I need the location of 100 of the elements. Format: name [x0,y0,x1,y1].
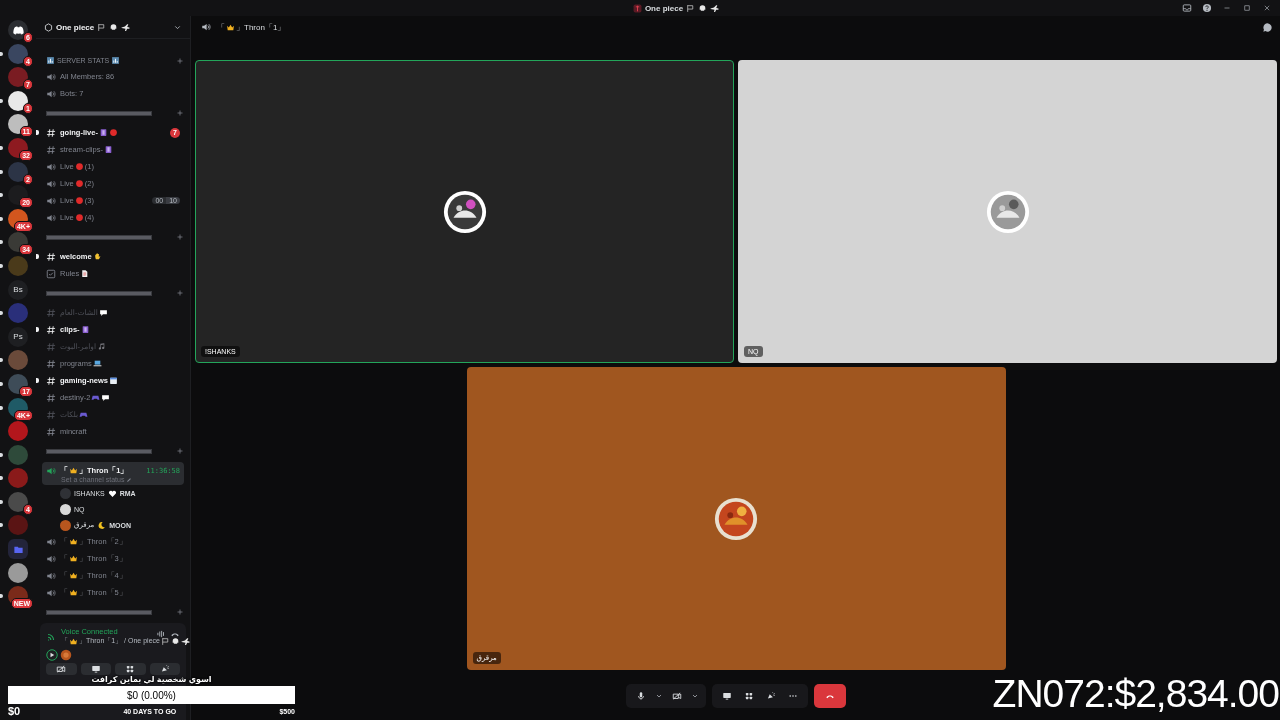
plus-icon[interactable] [176,608,184,616]
unread-pip [0,51,3,56]
server-avatar[interactable] [8,232,28,253]
plus-icon[interactable] [176,289,184,297]
channel-title: 」Thron「1」 [236,21,286,33]
noise-suppression-icon[interactable] [156,629,166,639]
monitor-icon [90,664,101,674]
plus-icon[interactable] [176,109,184,117]
disconnect-button[interactable] [814,684,846,708]
document-icon [80,269,90,278]
server-folder[interactable] [8,539,28,560]
speaker-icon [46,88,56,99]
screen-share-button[interactable] [80,663,111,675]
unread-pip [0,594,3,599]
close-icon[interactable] [1262,3,1272,13]
help-icon[interactable] [1202,3,1212,13]
unread-pip [0,263,3,268]
crown-icon [69,466,78,475]
unread-pip [0,240,3,245]
monitor-icon [722,691,732,701]
live-dot-icon [74,196,84,205]
server-avatar[interactable] [8,208,28,229]
speaker-icon [46,161,56,172]
camera-button[interactable] [46,663,77,675]
hash-icon [46,251,56,262]
user-avatar[interactable] [60,649,72,661]
user-avatar[interactable] [46,649,58,661]
speaker-icon [46,536,56,547]
party-popper-icon [159,664,170,674]
server-button[interactable]: Ps [8,326,28,347]
server-avatar[interactable] [8,373,28,394]
unread-pip [0,311,3,316]
user-avatar[interactable] [60,503,71,515]
server-avatar[interactable] [8,185,28,206]
chat-icon[interactable] [1262,21,1273,33]
crown-icon [69,636,78,646]
goal-title: اسوي شخصية لي بماين كرافت [91,674,212,686]
hash-icon [46,358,56,369]
soundboard-button[interactable] [149,663,180,675]
speaker-icon [46,178,56,189]
crown-icon [226,22,235,32]
window-title: One piece [644,3,684,13]
unread-pip [0,523,3,528]
plus-icon[interactable] [176,233,184,241]
film-icon [98,128,108,137]
hash-icon [46,392,56,403]
hash-icon [46,375,56,386]
unread-pip [0,169,3,174]
pencil-icon[interactable] [126,476,133,483]
party-popper-icon [766,691,776,701]
unread-pip [36,378,39,383]
hash-icon [46,324,56,335]
unread-pip [0,405,3,410]
caret-icon[interactable] [691,692,699,700]
speaker-icon [46,212,56,223]
connection-icon[interactable] [46,631,57,642]
hand-icon [92,252,102,261]
inbox-icon[interactable] [1182,3,1192,13]
server-header[interactable]: One piece [36,16,190,39]
server-avatar[interactable] [8,562,28,583]
hash-icon [46,307,56,318]
speaker-icon [201,22,211,32]
microphone-icon [636,691,646,701]
plane-icon [121,22,131,32]
rules-icon [46,268,56,279]
chart-icon [46,56,55,65]
server-button[interactable]: Bs [8,279,28,300]
plus-icon[interactable] [176,56,184,65]
live-dot-icon [74,162,84,171]
server-avatar[interactable] [8,397,28,418]
unread-pip [0,216,3,221]
discord-home-button[interactable] [8,20,28,40]
unread-pip [0,476,3,481]
server-avatar[interactable] [8,137,28,158]
laptop-icon [92,359,102,368]
speech-bubble-icon [101,393,111,402]
live-dot-icon [108,128,118,137]
camera-off-icon [672,691,682,701]
calendar-icon [108,376,118,385]
server-avatar[interactable] [8,90,28,111]
server-avatar[interactable] [8,114,28,135]
chart-icon [111,56,121,65]
unread-pip [0,98,3,103]
film-icon [80,325,90,334]
caret-icon[interactable] [655,692,663,700]
hash-icon [46,144,56,155]
unread-pip [0,499,3,504]
unread-pip [36,130,39,135]
grid-icon [125,664,136,674]
unread-pip [36,327,39,332]
speaker-icon [46,195,56,206]
activities-button[interactable] [115,663,146,675]
plane-icon [180,636,190,646]
server-icon [632,3,642,13]
goal-amount: $0 (0.00%) [127,689,176,701]
plus-icon[interactable] [176,447,184,455]
moon-icon [97,520,107,530]
speaker-icon [46,570,56,581]
maximize-icon[interactable] [1242,3,1252,13]
unread-pip [0,145,3,150]
